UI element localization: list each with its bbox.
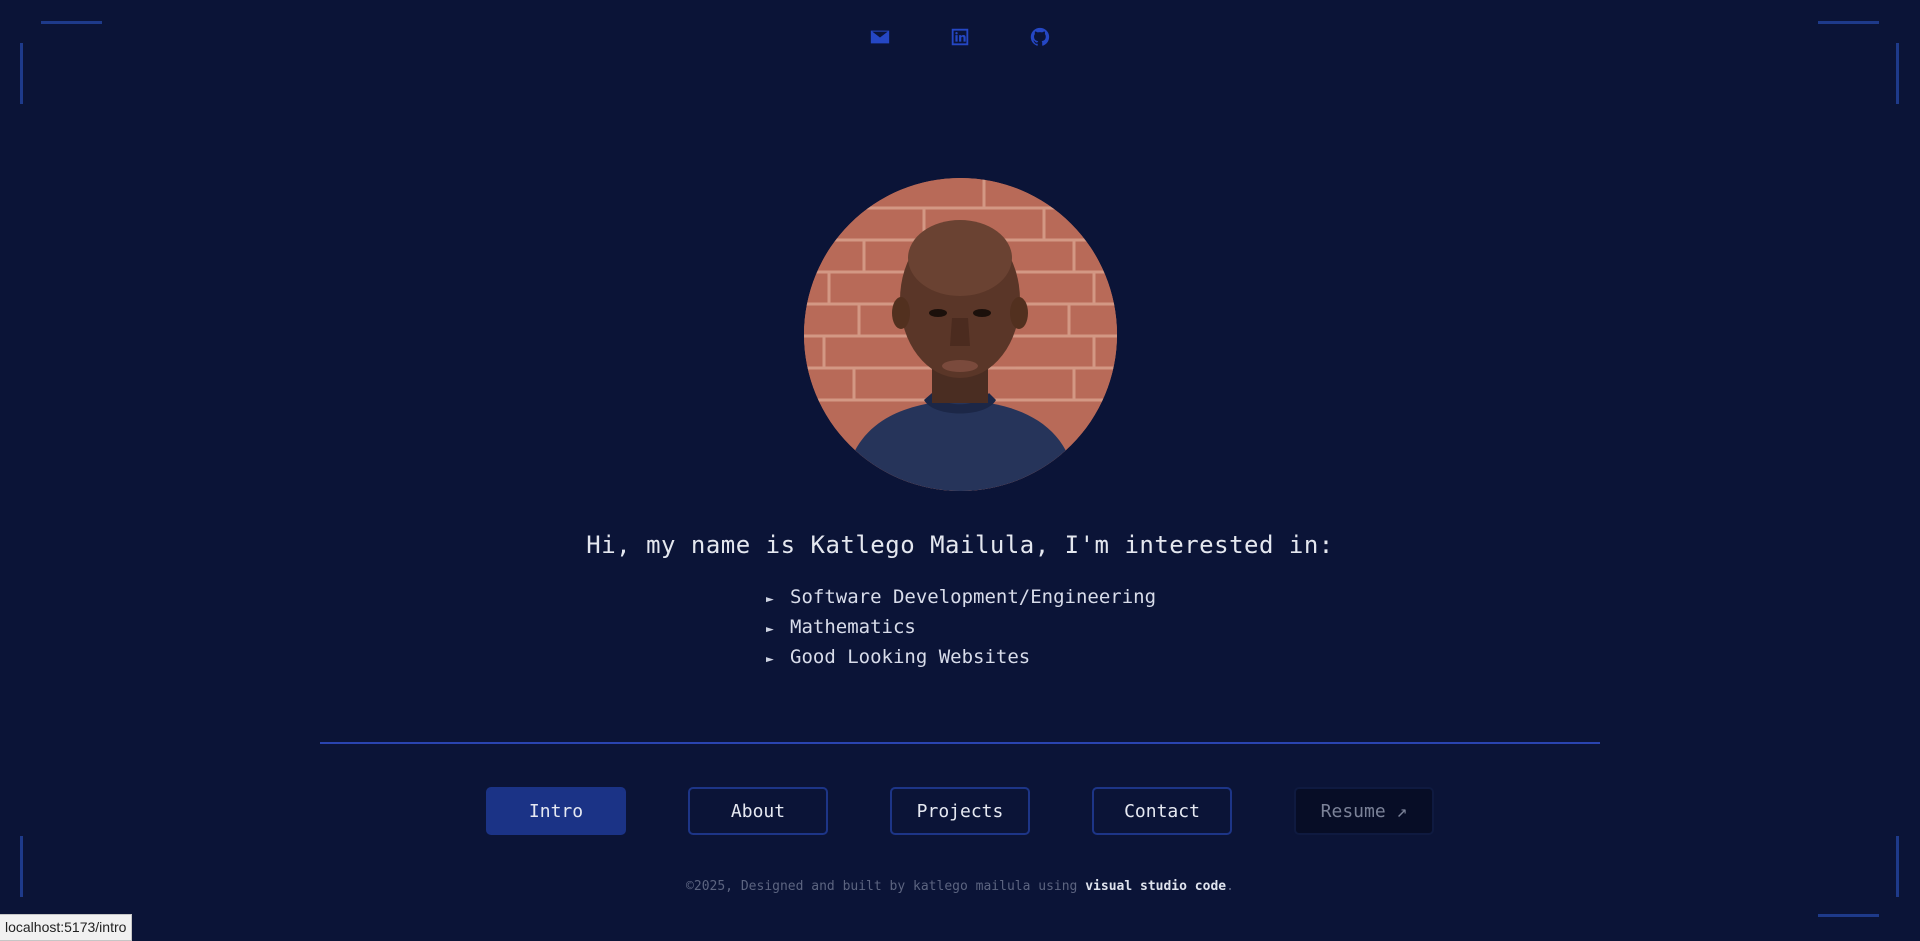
linkedin-icon[interactable] [949, 26, 971, 48]
corner-bracket-top-right [1818, 21, 1879, 24]
nav-projects-button[interactable]: Projects [890, 787, 1030, 835]
footer-credits: ©2025, Designed and built by katlego mai… [0, 879, 1920, 894]
list-item: ► Mathematics [766, 612, 1156, 642]
github-icon[interactable] [1029, 26, 1051, 48]
corner-bracket-bottom-right [1818, 914, 1879, 917]
section-nav: Intro About Projects Contact Resume ↗ [0, 787, 1920, 835]
browser-status-url: localhost:5173/intro [0, 914, 133, 941]
corner-bracket-top-left [20, 43, 23, 104]
footer-tool-name: visual studio code [1085, 879, 1227, 894]
bullet-arrow-icon: ► [766, 652, 774, 667]
list-item: ► Good Looking Websites [766, 642, 1156, 672]
footer-text: ©2025, Designed and built by katlego mai… [686, 879, 1086, 894]
portfolio-page: Hi, my name is Katlego Mailula, I'm inte… [0, 0, 1920, 941]
corner-bracket-top-right [1896, 43, 1899, 104]
mail-icon[interactable] [869, 26, 891, 48]
interests-list: ► Software Development/Engineering ► Mathe… [766, 582, 1156, 672]
nav-contact-button[interactable]: Contact [1092, 787, 1232, 835]
intro-headline: Hi, my name is Katlego Mailula, I'm inte… [586, 531, 1334, 559]
profile-photo [804, 178, 1117, 491]
social-links [0, 26, 1920, 48]
interest-label: Good Looking Websites [790, 646, 1031, 668]
section-divider [320, 742, 1600, 744]
nav-about-button[interactable]: About [688, 787, 828, 835]
bullet-arrow-icon: ► [766, 622, 774, 637]
interest-label: Mathematics [790, 616, 916, 638]
footer-suffix: . [1226, 879, 1234, 894]
resume-button[interactable]: Resume ↗ [1294, 787, 1434, 835]
nav-intro-button[interactable]: Intro [486, 787, 626, 835]
corner-bracket-top-left [41, 21, 102, 24]
list-item: ► Software Development/Engineering [766, 582, 1156, 612]
bullet-arrow-icon: ► [766, 592, 774, 607]
interest-label: Software Development/Engineering [790, 586, 1157, 608]
